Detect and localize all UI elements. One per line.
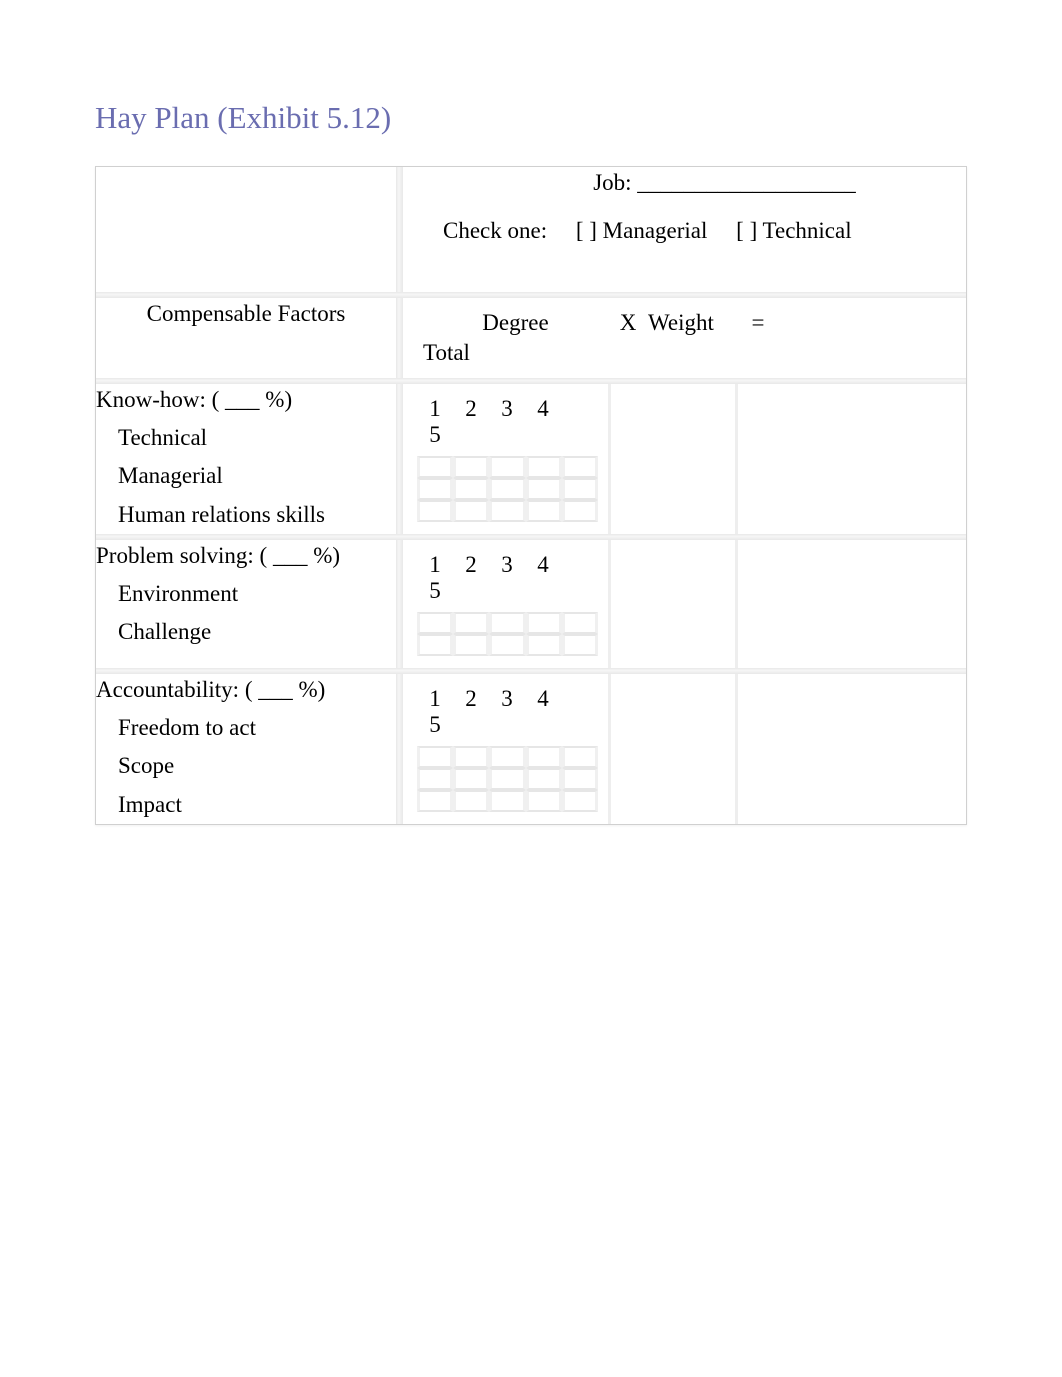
degree-scale: 1234 [417,552,598,578]
compensable-factors-header: Compensable Factors [96,298,396,378]
subfactor: Human relations skills [96,499,396,531]
total-cell[interactable] [738,384,966,534]
subfactor: Impact [96,789,396,821]
x-header: X [620,310,637,335]
total-cell[interactable] [738,540,966,668]
subfactor: Challenge [96,616,396,648]
managerial-checkbox[interactable]: [ ] Managerial [576,218,708,243]
weight-header: Weight [648,310,714,335]
factor-knowhow: Know-how: ( ___ %) Technical Managerial … [96,384,396,534]
degree-scale: 5 [417,422,598,448]
technical-checkbox[interactable]: [ ] Technical [736,218,851,243]
degree-scale: 5 [417,712,598,738]
degree-scale: 1234 [417,686,598,712]
subfactor: Managerial [96,460,396,492]
vertical-divider [396,540,403,668]
factors-header-text: Compensable Factors [147,301,346,326]
factor-problemsolving: Problem solving: ( ___ %) Environment Ch… [96,540,396,668]
subfactor: Environment [96,578,396,610]
subfactor: Scope [96,750,396,782]
factor-name: Know-how: ( ___ %) [96,384,396,416]
weight-cell[interactable] [608,540,738,668]
weight-cell[interactable] [608,674,738,824]
header-right: Job: ___________________ Check one: [ ] … [403,167,966,292]
degree-scale: 5 [417,578,598,604]
page-title: Hay Plan (Exhibit 5.12) [95,100,967,136]
check-one-label: Check one: [443,218,547,243]
equals-header: = [752,310,765,335]
factor-name: Accountability: ( ___ %) [96,674,396,706]
vertical-divider [396,298,403,378]
job-label[interactable]: Job: ___________________ [593,170,856,195]
subfactor: Freedom to act [96,712,396,744]
input-grid[interactable] [417,746,598,812]
factor-accountability-values: 1234 5 [403,674,966,824]
total-header: Total [423,340,608,366]
vertical-divider [396,384,403,534]
vertical-divider [396,167,403,292]
subfactor: Technical [96,422,396,454]
input-grid[interactable] [417,612,598,656]
hay-plan-table: Job: ___________________ Check one: [ ] … [95,166,967,825]
degree-header: Degree [423,310,608,336]
factor-accountability: Accountability: ( ___ %) Freedom to act … [96,674,396,824]
factor-problemsolving-values: 1234 5 [403,540,966,668]
input-grid[interactable] [417,456,598,522]
columns-header: Degree Total X Weight = [403,298,966,378]
degree-scale: 1234 [417,396,598,422]
total-cell[interactable] [738,674,966,824]
header-left-blank [96,167,396,292]
vertical-divider [396,674,403,824]
factor-name: Problem solving: ( ___ %) [96,540,396,572]
factor-knowhow-values: 1234 5 [403,384,966,534]
weight-cell[interactable] [608,384,738,534]
